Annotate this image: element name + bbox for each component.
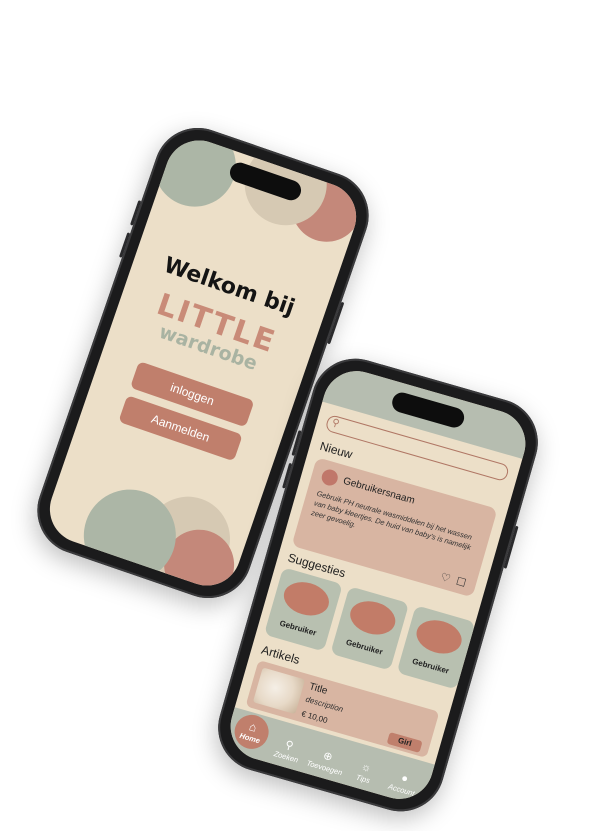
bookmark-icon[interactable]: ☐	[454, 575, 467, 590]
nav-search[interactable]: ⚲ Zoeken	[267, 735, 310, 767]
avatar	[346, 596, 400, 640]
suggestion-username: Gebruiker	[344, 637, 384, 657]
volume-up-button	[130, 200, 142, 226]
heart-icon[interactable]: ♡	[439, 570, 452, 585]
suggestion-card[interactable]: Gebruiker	[263, 567, 343, 652]
suggestion-card[interactable]: Gebruiker	[330, 586, 410, 671]
nav-tips[interactable]: ☼ Tips	[343, 757, 386, 789]
suggestion-card[interactable]: Gebruiker	[396, 605, 476, 690]
post-card[interactable]: Gebruikersnaam Gebruik PH neutrale wasmi…	[291, 457, 498, 598]
search-icon[interactable]: ⚲	[330, 416, 341, 431]
suggestion-username: Gebruiker	[411, 656, 451, 676]
article-price: € 10,00	[300, 709, 329, 726]
avatar	[279, 577, 333, 621]
nav-add[interactable]: ⊕ Toevoegen	[305, 746, 348, 778]
avatar	[412, 615, 466, 659]
nav-home[interactable]: ⌂ Home	[230, 710, 273, 753]
power-button	[327, 301, 345, 345]
suggestion-username: Gebruiker	[278, 618, 318, 638]
volume-down-button	[118, 232, 131, 258]
power-button	[503, 525, 519, 569]
article-title: Title	[307, 681, 329, 697]
nav-account[interactable]: ● Account	[382, 768, 425, 800]
decor-blob	[71, 477, 189, 595]
article-tag[interactable]: Girl	[386, 731, 423, 753]
article-image	[252, 667, 306, 715]
avatar[interactable]	[319, 467, 340, 488]
